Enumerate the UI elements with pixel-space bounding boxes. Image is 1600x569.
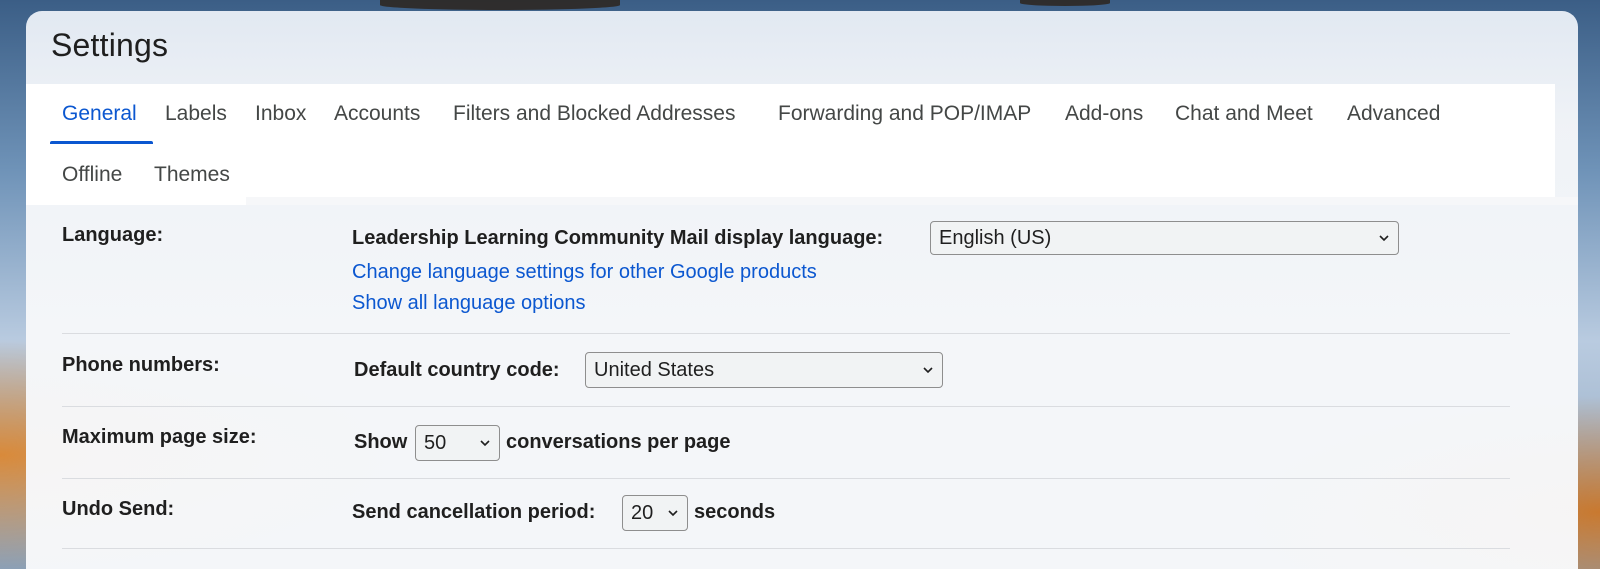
- language-label: Language:: [62, 224, 164, 246]
- cancellation-period-value: 20: [631, 502, 654, 524]
- tab-filters[interactable]: Filters and Blocked Addresses: [453, 102, 735, 126]
- max-page-size-label: Maximum page size:: [62, 426, 257, 448]
- tab-accounts[interactable]: Accounts: [334, 102, 420, 126]
- cancellation-period-suffix-text: seconds: [694, 501, 776, 523]
- tab-themes[interactable]: Themes: [154, 163, 230, 187]
- row-divider: [62, 406, 1510, 407]
- background-branch: [1020, 0, 1110, 6]
- row-divider: [62, 333, 1510, 334]
- cancellation-period-select[interactable]: 20: [622, 495, 688, 531]
- tab-offline[interactable]: Offline: [62, 163, 122, 187]
- country-code-label: Default country code:: [354, 359, 560, 381]
- tabs-bottom-gap: [246, 197, 1578, 205]
- active-tab-indicator: [50, 141, 153, 144]
- tab-forwarding[interactable]: Forwarding and POP/IMAP: [778, 102, 1031, 126]
- chevron-down-icon: [923, 367, 933, 374]
- country-code-value: United States: [594, 359, 715, 381]
- display-language-label: Leadership Learning Community Mail displ…: [352, 227, 884, 249]
- tab-advanced[interactable]: Advanced: [1347, 102, 1440, 126]
- page-size-show-text: Show: [354, 431, 408, 453]
- change-language-other-products-link[interactable]: Change language settings for other Googl…: [352, 261, 817, 284]
- tab-labels[interactable]: Labels: [165, 102, 227, 126]
- cancellation-period-text: Send cancellation period:: [352, 501, 596, 523]
- page-size-select[interactable]: 50: [415, 425, 500, 461]
- tab-chat-meet[interactable]: Chat and Meet: [1175, 102, 1313, 126]
- phone-numbers-label: Phone numbers:: [62, 354, 220, 376]
- display-language-select[interactable]: English (US): [930, 221, 1399, 255]
- page-title: Settings: [51, 27, 169, 63]
- chevron-down-icon: [480, 440, 490, 447]
- tab-inbox[interactable]: Inbox: [255, 102, 306, 126]
- settings-panel: Settings General Labels Inbox Accounts F…: [26, 11, 1578, 569]
- tab-addons[interactable]: Add-ons: [1065, 102, 1143, 126]
- row-divider: [62, 478, 1510, 479]
- background-branch: [380, 0, 620, 10]
- undo-send-label: Undo Send:: [62, 498, 175, 520]
- tab-general[interactable]: General: [62, 102, 137, 126]
- row-divider: [62, 548, 1510, 549]
- page-size-value: 50: [424, 432, 447, 454]
- tabs-row2-spacer: [246, 145, 1555, 205]
- page-size-suffix-text: conversations per page: [506, 431, 731, 453]
- display-language-value: English (US): [939, 227, 1052, 249]
- show-all-language-options-link[interactable]: Show all language options: [352, 292, 586, 315]
- country-code-select[interactable]: United States: [585, 352, 943, 388]
- chevron-down-icon: [1379, 235, 1389, 242]
- chevron-down-icon: [668, 510, 678, 517]
